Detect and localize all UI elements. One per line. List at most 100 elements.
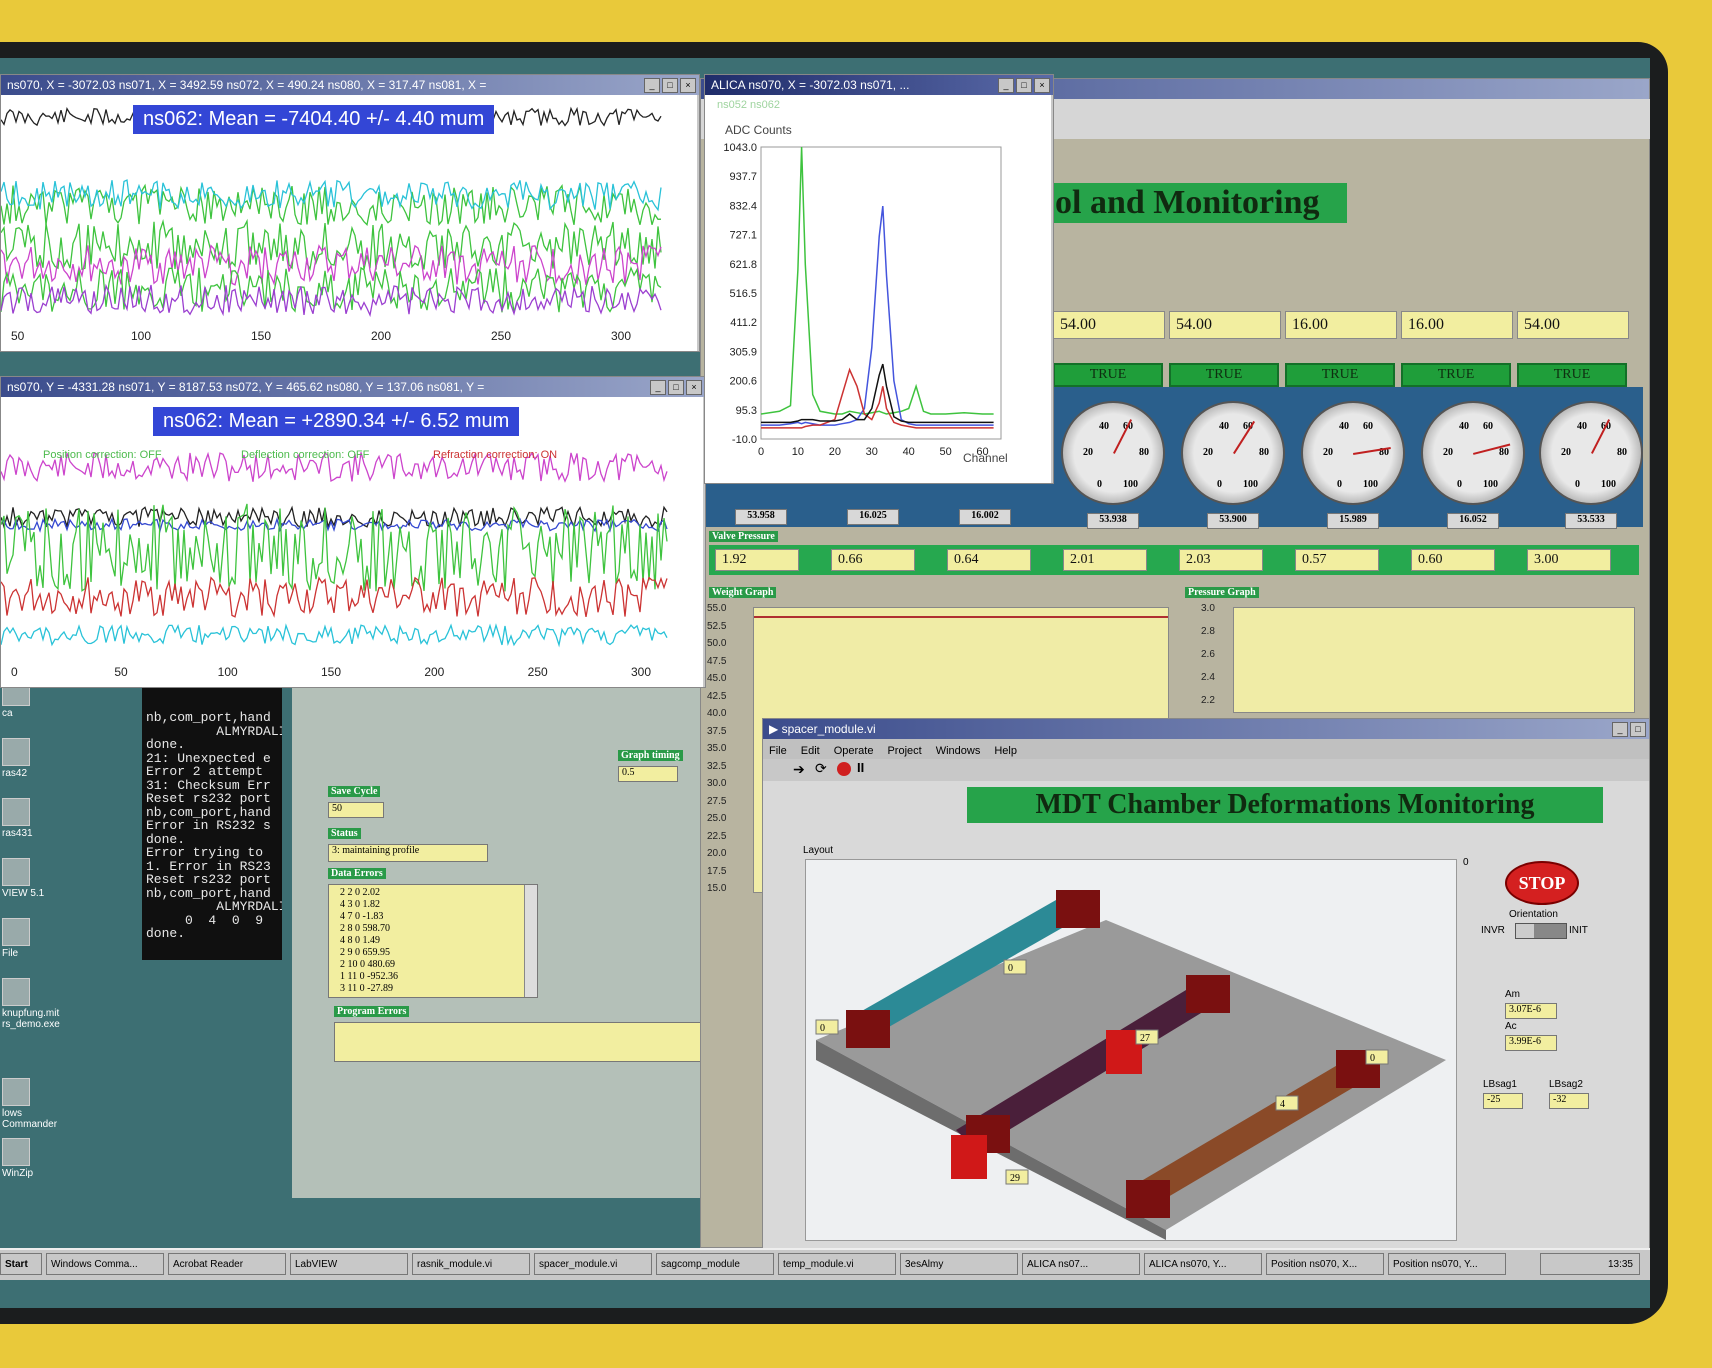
taskbar-item[interactable]: Windows Comma... (46, 1253, 164, 1275)
orient-right-label: INIT (1569, 925, 1588, 936)
mdt-heading: MDT Chamber Deformations Monitoring (967, 787, 1603, 823)
minimize-button[interactable]: _ (1612, 722, 1628, 737)
taskbar-item[interactable]: Acrobat Reader (168, 1253, 286, 1275)
gauge-value: 53.900 (1207, 513, 1259, 529)
weight-y-tick: 50.0 (707, 638, 727, 649)
layout-value-text: 29 (1010, 1173, 1020, 1184)
console-line: Error trying to (146, 845, 264, 860)
run-continuous-icon[interactable]: ⟳ (815, 760, 827, 777)
weight-y-tick: 20.0 (707, 848, 727, 859)
page-title: ol and Monitoring (1051, 183, 1347, 223)
x-tick-label: 40 (903, 446, 915, 458)
desktop-icon[interactable]: File (2, 918, 72, 959)
labview-icon: ▶ (769, 722, 782, 736)
taskbar: Start Windows Comma... Acrobat Reader LabV… (0, 1248, 1650, 1280)
run-arrow-icon[interactable]: ➔ (793, 761, 805, 778)
desktop-icon[interactable]: WinZip (2, 1138, 72, 1179)
true-indicator[interactable]: TRUE (1285, 363, 1395, 387)
menu-item-file[interactable]: File (769, 745, 787, 757)
desktop-icon[interactable]: ras42 (2, 738, 72, 779)
am-field: 3.07E-6 (1505, 1003, 1557, 1019)
data-errors-list: 2 2 0 2.02 4 3 0 1.82 4 7 0 -1.83 2 8 0 598… (328, 884, 538, 998)
orientation-switch[interactable] (1515, 923, 1567, 939)
true-indicator[interactable]: TRUE (1401, 363, 1511, 387)
weight-y-tick: 25.0 (707, 813, 727, 824)
maximize-button[interactable]: □ (668, 380, 684, 395)
error-row: 4 7 0 -1.83 (340, 911, 384, 922)
true-indicator[interactable]: TRUE (1517, 363, 1627, 387)
alica-ylabel: ADC Counts (725, 123, 792, 137)
taskbar-item[interactable]: ALICA ns07... (1022, 1253, 1140, 1275)
taskbar-item[interactable]: ALICA ns070, Y... (1144, 1253, 1262, 1275)
position-y-plot: 0 50 100 150 200 250 300 (0, 397, 703, 687)
abort-icon[interactable] (837, 762, 851, 776)
pressure-y-tick: 2.6 (1201, 649, 1215, 660)
true-indicator[interactable]: TRUE (1053, 363, 1163, 387)
pressure-gauge: 204060800100 (1301, 401, 1405, 505)
pressure-y-tick: 2.8 (1201, 626, 1215, 637)
y-tick-label: 1043.0 (723, 142, 757, 154)
setpoint-field[interactable]: 16.00 (1401, 311, 1513, 339)
pressure-graph-label: Pressure Graph (1185, 587, 1259, 598)
close-button[interactable]: × (686, 380, 702, 395)
layout-3d-view: 0 0 27 0 4 29 (805, 859, 1457, 1241)
gauge-value: 53.938 (1087, 513, 1139, 529)
pause-icon[interactable]: II (857, 760, 864, 775)
maximize-button[interactable]: □ (1630, 722, 1646, 737)
desktop-icon[interactable]: knupfung.mit rs_demo.exe (2, 978, 72, 1030)
taskbar-item[interactable]: temp_module.vi (778, 1253, 896, 1275)
y-tick-label: 621.8 (729, 259, 757, 271)
layout-corner-value: 0 (1463, 857, 1469, 868)
menu-item-operate[interactable]: Operate (834, 745, 874, 757)
valve-pressure-label: Valve Pressure (709, 531, 778, 542)
minimize-button[interactable]: _ (644, 78, 660, 93)
gauge-value: 53.958 (735, 509, 787, 525)
desktop-icon[interactable]: ras431 (2, 798, 72, 839)
taskbar-item[interactable]: 3esAlmy (900, 1253, 1018, 1275)
true-indicator[interactable]: TRUE (1169, 363, 1279, 387)
close-button[interactable]: × (680, 78, 696, 93)
taskbar-item[interactable]: LabVIEW (290, 1253, 408, 1275)
menu-item-edit[interactable]: Edit (801, 745, 820, 757)
x-tick-label: 50 (939, 446, 951, 458)
taskbar-item[interactable]: sagcomp_module (656, 1253, 774, 1275)
save-cycle-field[interactable]: 50 (328, 802, 384, 818)
setpoint-field[interactable]: 16.00 (1285, 311, 1397, 339)
position-y-window: ns070, Y = -4331.28 ns071, Y = 8187.53 n… (0, 376, 706, 688)
menu-item-windows[interactable]: Windows (936, 745, 981, 757)
taskbar-item[interactable]: Position ns070, X... (1266, 1253, 1384, 1275)
minimize-button[interactable]: _ (998, 78, 1014, 93)
trace (0, 283, 662, 318)
stop-button[interactable]: STOP (1505, 861, 1579, 905)
weight-graph-label: Weight Graph (709, 587, 777, 598)
menu-item-project[interactable]: Project (887, 745, 921, 757)
scrollbar[interactable] (524, 885, 537, 997)
trace (0, 266, 662, 313)
weight-y-tick: 47.5 (707, 655, 727, 667)
maximize-button[interactable]: □ (662, 78, 678, 93)
error-row: 2 2 0 2.02 (340, 887, 380, 898)
weight-y-tick: 45.0 (707, 673, 727, 684)
file-icon (2, 918, 30, 946)
desktop-icon[interactable]: VIEW 5.1 (2, 858, 72, 899)
weight-y-tick: 35.0 (707, 743, 727, 754)
close-button[interactable]: × (1034, 78, 1050, 93)
taskbar-item[interactable]: rasnik_module.vi (412, 1253, 530, 1275)
position-y-traces (0, 451, 668, 648)
setpoint-field[interactable]: 54.00 (1517, 311, 1629, 339)
taskbar-item[interactable]: spacer_module.vi (534, 1253, 652, 1275)
minimize-button[interactable]: _ (650, 380, 666, 395)
taskbar-item[interactable]: Position ns070, Y... (1388, 1253, 1506, 1275)
setpoint-field[interactable]: 54.00 (1169, 311, 1281, 339)
setpoint-field[interactable]: 54.00 (1053, 311, 1165, 339)
start-button[interactable]: Start (0, 1253, 42, 1275)
menu-item-help[interactable]: Help (994, 745, 1017, 757)
gauge-tick: 20 (1083, 447, 1093, 458)
graph-timing-field[interactable]: 0.5 (618, 766, 678, 782)
error-row: 4 3 0 1.82 (340, 899, 380, 910)
commander-icon (2, 1078, 30, 1106)
gauge-tick: 40 (1577, 421, 1587, 432)
x-tick-label: 200 (424, 665, 445, 679)
desktop-icon[interactable]: lows Commander (2, 1078, 72, 1130)
maximize-button[interactable]: □ (1016, 78, 1032, 93)
